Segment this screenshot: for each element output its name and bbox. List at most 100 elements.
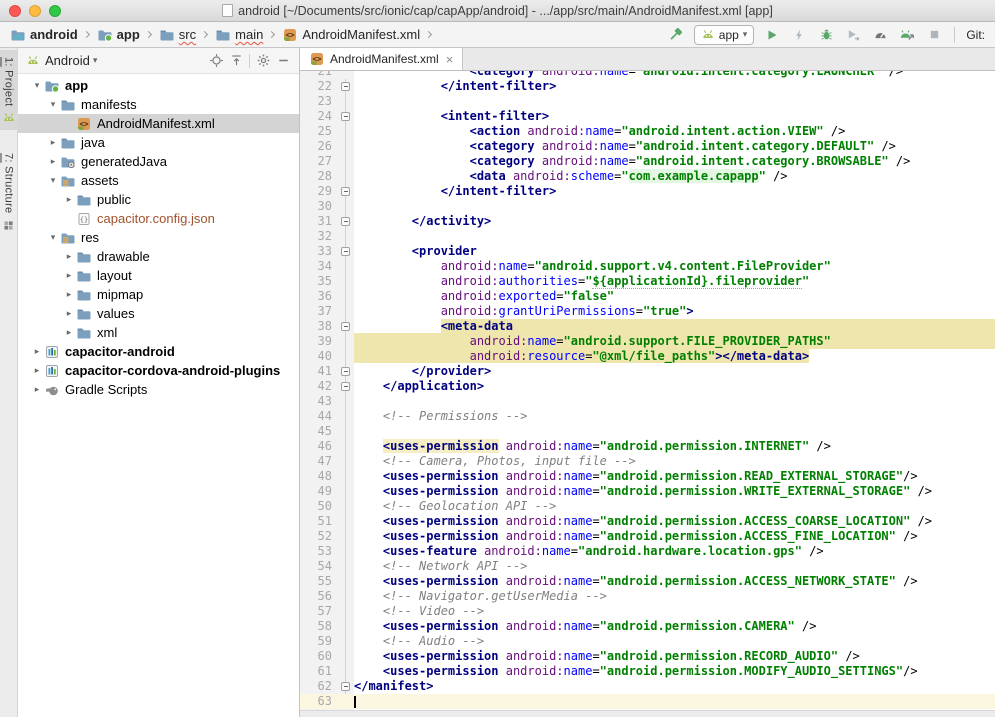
code-line-50[interactable]: 50 <!-- Geolocation API --> bbox=[300, 499, 995, 514]
code-line-57[interactable]: 57 <!-- Video --> bbox=[300, 604, 995, 619]
fold-marker-icon[interactable] bbox=[341, 322, 350, 331]
chevron-collapsed-icon[interactable]: ▸ bbox=[30, 384, 44, 395]
tool-window-project-button[interactable]: 1: Project bbox=[0, 50, 18, 130]
chevron-collapsed-icon[interactable]: ▸ bbox=[62, 308, 76, 319]
code-line-32[interactable]: 32 bbox=[300, 229, 995, 244]
code-line-61[interactable]: 61 <uses-permission android:name="androi… bbox=[300, 664, 995, 679]
chevron-collapsed-icon[interactable]: ▸ bbox=[62, 270, 76, 281]
run-configuration-selector[interactable]: app ▾ bbox=[694, 25, 755, 45]
code-line-59[interactable]: 59 <!-- Audio --> bbox=[300, 634, 995, 649]
tool-window-structure-button[interactable]: 7: Structure bbox=[0, 146, 18, 236]
project-view-selector[interactable]: Android bbox=[45, 53, 90, 68]
fold-marker-icon[interactable] bbox=[341, 217, 350, 226]
chevron-expanded-icon[interactable]: ▾ bbox=[46, 99, 60, 110]
code-line-33[interactable]: 33 <provider bbox=[300, 244, 995, 259]
breadcrumb-app[interactable]: app bbox=[95, 27, 142, 43]
code-line-37[interactable]: 37 android:grantUriPermissions="true"> bbox=[300, 304, 995, 319]
code-line-39[interactable]: 39 android:name="android.support.FILE_PR… bbox=[300, 334, 995, 349]
chevron-expanded-icon[interactable]: ▾ bbox=[46, 232, 60, 243]
code-line-29[interactable]: 29 </intent-filter> bbox=[300, 184, 995, 199]
tree-item-public[interactable]: ▸public bbox=[18, 190, 299, 209]
code-line-26[interactable]: 26 <category android:name="android.inten… bbox=[300, 139, 995, 154]
code-line-49[interactable]: 49 <uses-permission android:name="androi… bbox=[300, 484, 995, 499]
tree-item-xml[interactable]: ▸xml bbox=[18, 323, 299, 342]
tree-item-mipmap[interactable]: ▸mipmap bbox=[18, 285, 299, 304]
code-line-28[interactable]: 28 <data android:scheme="com.example.cap… bbox=[300, 169, 995, 184]
minimize-window-button[interactable] bbox=[29, 5, 41, 17]
chevron-collapsed-icon[interactable]: ▸ bbox=[46, 137, 60, 148]
code-line-27[interactable]: 27 <category android:name="android.inten… bbox=[300, 154, 995, 169]
code-line-54[interactable]: 54 <!-- Network API --> bbox=[300, 559, 995, 574]
tree-item-capacitor-cordova-android-plugins[interactable]: ▸capacitor-cordova-android-plugins bbox=[18, 361, 299, 380]
code-line-40[interactable]: 40 android:resource="@xml/file_paths"></… bbox=[300, 349, 995, 364]
tree-item-capacitor-config-json[interactable]: {}capacitor.config.json bbox=[18, 209, 299, 228]
tree-item-gradle-scripts[interactable]: ▸Gradle Scripts bbox=[18, 380, 299, 399]
zoom-window-button[interactable] bbox=[49, 5, 61, 17]
code-line-60[interactable]: 60 <uses-permission android:name="androi… bbox=[300, 649, 995, 664]
fold-marker-icon[interactable] bbox=[341, 247, 350, 256]
code-line-58[interactable]: 58 <uses-permission android:name="androi… bbox=[300, 619, 995, 634]
breadcrumb-androidmanifest-xml[interactable]: <>AndroidManifest.xml bbox=[280, 27, 422, 43]
code-line-48[interactable]: 48 <uses-permission android:name="androi… bbox=[300, 469, 995, 484]
apply-changes-button[interactable] bbox=[790, 26, 808, 44]
tree-item-values[interactable]: ▸values bbox=[18, 304, 299, 323]
collapse-all-button[interactable] bbox=[226, 51, 246, 71]
code-line-63[interactable]: 63 bbox=[300, 694, 995, 709]
hide-button[interactable] bbox=[273, 51, 293, 71]
code-line-31[interactable]: 31 </activity> bbox=[300, 214, 995, 229]
code-line-36[interactable]: 36 android:exported="false" bbox=[300, 289, 995, 304]
code-line-47[interactable]: 47 <!-- Camera, Photos, input file --> bbox=[300, 454, 995, 469]
tree-item-res[interactable]: ▾res bbox=[18, 228, 299, 247]
profile-app-button[interactable] bbox=[898, 26, 916, 44]
code-line-55[interactable]: 55 <uses-permission android:name="androi… bbox=[300, 574, 995, 589]
chevron-collapsed-icon[interactable]: ▸ bbox=[30, 365, 44, 376]
code-line-53[interactable]: 53 <uses-feature android:name="android.h… bbox=[300, 544, 995, 559]
breadcrumb-src[interactable]: src bbox=[157, 27, 198, 43]
fold-marker-icon[interactable] bbox=[341, 112, 350, 121]
chevron-collapsed-icon[interactable]: ▸ bbox=[62, 194, 76, 205]
code-line-22[interactable]: 22 </intent-filter> bbox=[300, 79, 995, 94]
code-line-25[interactable]: 25 <action android:name="android.intent.… bbox=[300, 124, 995, 139]
editor-tab-androidmanifest[interactable]: <> AndroidManifest.xml × bbox=[300, 48, 463, 70]
code-line-52[interactable]: 52 <uses-permission android:name="androi… bbox=[300, 529, 995, 544]
debug-button[interactable] bbox=[817, 26, 835, 44]
close-tab-icon[interactable]: × bbox=[446, 53, 454, 66]
code-line-23[interactable]: 23 bbox=[300, 94, 995, 109]
fold-marker-icon[interactable] bbox=[341, 367, 350, 376]
chevron-collapsed-icon[interactable]: ▸ bbox=[30, 346, 44, 357]
code-line-44[interactable]: 44 <!-- Permissions --> bbox=[300, 409, 995, 424]
tree-item-androidmanifest-xml[interactable]: <>AndroidManifest.xml bbox=[18, 114, 299, 133]
run-button[interactable] bbox=[763, 26, 781, 44]
tree-item-java[interactable]: ▸java bbox=[18, 133, 299, 152]
breadcrumb-android[interactable]: android bbox=[8, 27, 80, 43]
code-line-41[interactable]: 41 </provider> bbox=[300, 364, 995, 379]
build-hammer-icon[interactable] bbox=[667, 26, 685, 44]
tree-item-manifests[interactable]: ▾manifests bbox=[18, 95, 299, 114]
code-line-35[interactable]: 35 android:authorities="${applicationId}… bbox=[300, 274, 995, 289]
code-line-45[interactable]: 45 bbox=[300, 424, 995, 439]
chevron-collapsed-icon[interactable]: ▸ bbox=[62, 251, 76, 262]
code-line-56[interactable]: 56 <!-- Navigator.getUserMedia --> bbox=[300, 589, 995, 604]
tree-item-app[interactable]: ▾app bbox=[18, 76, 299, 95]
chevron-collapsed-icon[interactable]: ▸ bbox=[62, 289, 76, 300]
chevron-collapsed-icon[interactable]: ▸ bbox=[46, 156, 60, 167]
code-line-42[interactable]: 42 </application> bbox=[300, 379, 995, 394]
code-line-30[interactable]: 30 bbox=[300, 199, 995, 214]
stop-button[interactable] bbox=[925, 26, 943, 44]
code-line-51[interactable]: 51 <uses-permission android:name="androi… bbox=[300, 514, 995, 529]
fold-marker-icon[interactable] bbox=[341, 382, 350, 391]
locate-button[interactable] bbox=[206, 51, 226, 71]
fold-marker-icon[interactable] bbox=[341, 682, 350, 691]
fold-marker-icon[interactable] bbox=[341, 82, 350, 91]
code-line-46[interactable]: 46 <uses-permission android:name="androi… bbox=[300, 439, 995, 454]
settings-button[interactable] bbox=[253, 51, 273, 71]
code-editor[interactable]: 21 <category android:name="android.inten… bbox=[300, 71, 995, 717]
chevron-expanded-icon[interactable]: ▾ bbox=[30, 80, 44, 91]
tree-item-capacitor-android[interactable]: ▸capacitor-android bbox=[18, 342, 299, 361]
horizontal-scrollbar-track[interactable] bbox=[300, 710, 995, 717]
fold-marker-icon[interactable] bbox=[341, 187, 350, 196]
code-line-24[interactable]: 24 <intent-filter> bbox=[300, 109, 995, 124]
code-line-21[interactable]: 21 <category android:name="android.inten… bbox=[300, 71, 995, 79]
chevron-collapsed-icon[interactable]: ▸ bbox=[62, 327, 76, 338]
code-line-62[interactable]: 62</manifest> bbox=[300, 679, 995, 694]
